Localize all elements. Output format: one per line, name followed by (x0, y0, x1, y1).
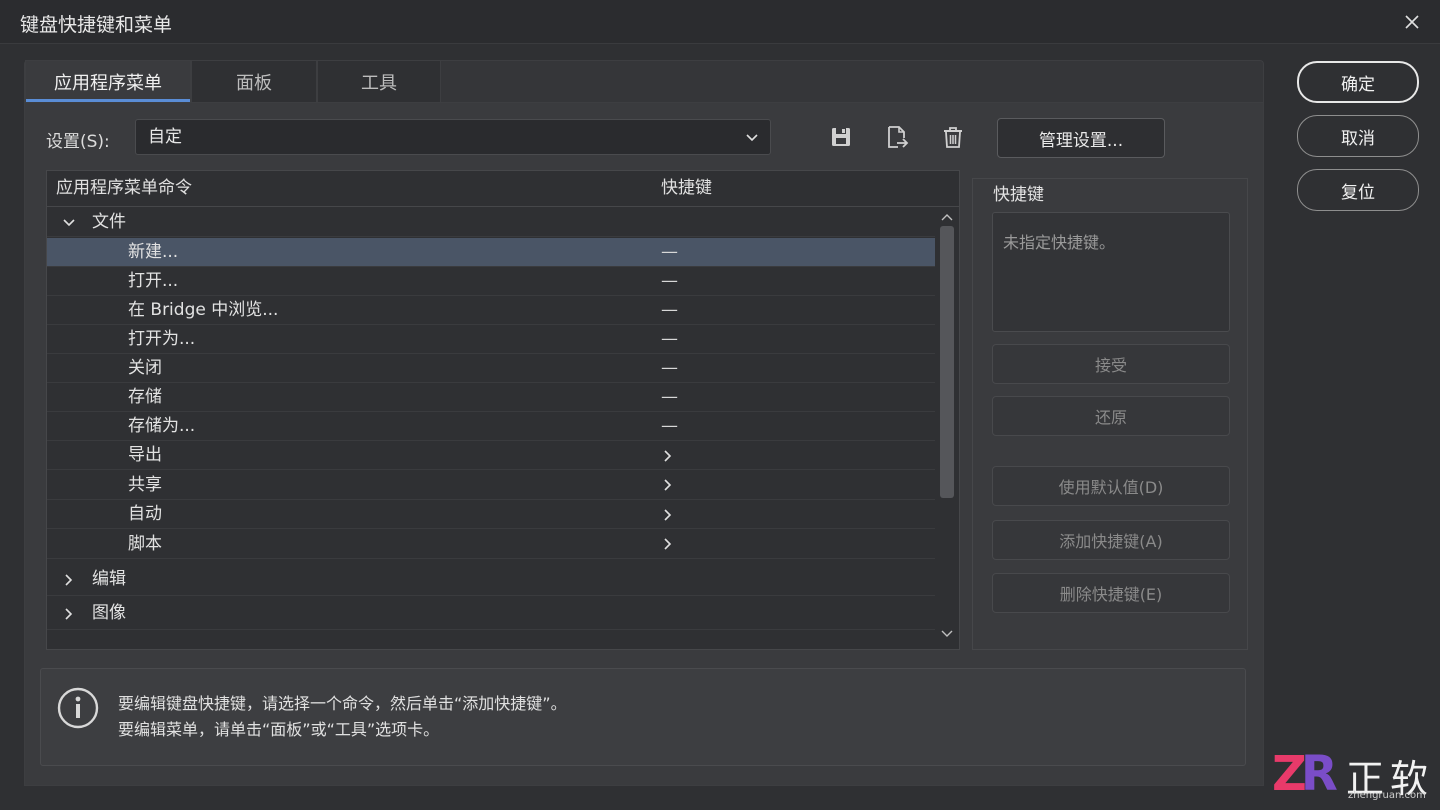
row-label: 编辑 (92, 569, 126, 589)
delete-shortcut-button[interactable]: 删除快捷键(E) (992, 573, 1230, 613)
add-shortcut-button[interactable]: 添加快捷键(A) (992, 520, 1230, 560)
use-default-button[interactable]: 使用默认值(D) (992, 466, 1230, 506)
table-row[interactable]: 存储为... — (47, 412, 935, 441)
manage-settings-button[interactable]: 管理设置... (997, 118, 1165, 158)
tab-tools[interactable]: 工具 (317, 60, 441, 102)
row-label: 新建... (128, 242, 179, 262)
close-icon[interactable] (1398, 8, 1426, 36)
title-bar: 键盘快捷键和菜单 (0, 0, 1440, 44)
info-line-2: 要编辑菜单，请单击“面板”或“工具”选项卡。 (118, 720, 440, 739)
row-shortcut: — (661, 271, 678, 291)
info-icon (57, 687, 99, 729)
info-line-1: 要编辑键盘快捷键，请选择一个命令，然后单击“添加快捷键”。 (118, 694, 567, 713)
scroll-up-icon[interactable] (939, 210, 955, 224)
row-label: 脚本 (128, 534, 162, 554)
scroll-down-icon[interactable] (939, 627, 955, 641)
revert-button[interactable]: 还原 (992, 396, 1230, 436)
row-label: 关闭 (128, 358, 162, 378)
shortcut-panel-title: 快捷键 (993, 185, 1044, 205)
table-row[interactable]: 打开为... — (47, 325, 935, 354)
reset-button[interactable]: 复位 (1297, 169, 1419, 211)
chevron-right-icon[interactable] (61, 606, 77, 622)
column-header-shortcut: 快捷键 (661, 178, 712, 198)
scrollbar-thumb[interactable] (940, 226, 954, 498)
row-shortcut: — (661, 329, 678, 349)
settings-select[interactable]: 自定 (135, 119, 771, 155)
row-label: 打开... (128, 271, 179, 291)
table-row[interactable]: 新建... — (47, 238, 935, 267)
row-shortcut: — (661, 387, 678, 407)
row-label: 导出 (128, 445, 162, 465)
row-shortcut: — (661, 358, 678, 378)
row-shortcut: — (661, 416, 678, 436)
table-row[interactable]: 编辑 (47, 563, 935, 596)
accept-button[interactable]: 接受 (992, 344, 1230, 384)
ok-button[interactable]: 确定 (1297, 61, 1419, 103)
row-label: 自动 (128, 504, 162, 524)
table-row[interactable]: 存储 — (47, 383, 935, 412)
chevron-right-icon[interactable] (61, 572, 77, 588)
row-shortcut: — (661, 300, 678, 320)
tab-application-menu[interactable]: 应用程序菜单 (25, 60, 191, 102)
tab-panels[interactable]: 面板 (191, 60, 317, 102)
submenu-arrow-icon (664, 449, 672, 462)
row-label: 图像 (92, 603, 126, 623)
row-label: 打开为... (128, 329, 196, 349)
table-row[interactable]: 自动 (47, 500, 935, 529)
row-label: 在 Bridge 中浏览... (128, 300, 279, 320)
row-label: 文件 (92, 212, 126, 232)
table-row[interactable]: 导出 (47, 441, 935, 470)
submenu-arrow-icon (664, 479, 672, 491)
row-label: 共享 (128, 475, 162, 495)
table-row[interactable]: 打开... — (47, 267, 935, 296)
header-divider (47, 206, 959, 207)
submenu-arrow-icon (664, 538, 672, 550)
table-row[interactable]: 图像 (47, 597, 935, 630)
submenu-arrow-icon (664, 508, 672, 521)
table-row[interactable]: 关闭 — (47, 354, 935, 383)
table-row[interactable]: 脚本 (47, 529, 935, 559)
table-row[interactable]: 共享 (47, 470, 935, 500)
settings-label: 设置(S): (46, 132, 110, 152)
row-label: 存储为... (128, 416, 196, 436)
cancel-button[interactable]: 取消 (1297, 115, 1419, 157)
watermark-logo: ZR (1272, 746, 1338, 802)
chevron-down-icon[interactable] (61, 215, 77, 231)
column-header-command: 应用程序菜单命令 (56, 178, 192, 198)
window-title: 键盘快捷键和菜单 (20, 14, 173, 36)
table-row[interactable]: 在 Bridge 中浏览... — (47, 296, 935, 325)
watermark-url: zhengruan.com (1348, 790, 1426, 801)
save-as-icon[interactable] (884, 124, 910, 150)
trash-icon[interactable] (940, 124, 966, 150)
row-label: 存储 (128, 387, 162, 407)
table-row[interactable]: 文件 (47, 208, 935, 237)
settings-value: 自定 (148, 127, 182, 147)
shortcut-display: 未指定快捷键。 (992, 212, 1230, 332)
chevron-down-icon (746, 134, 758, 142)
row-shortcut: — (661, 242, 678, 262)
save-icon[interactable] (828, 124, 854, 150)
